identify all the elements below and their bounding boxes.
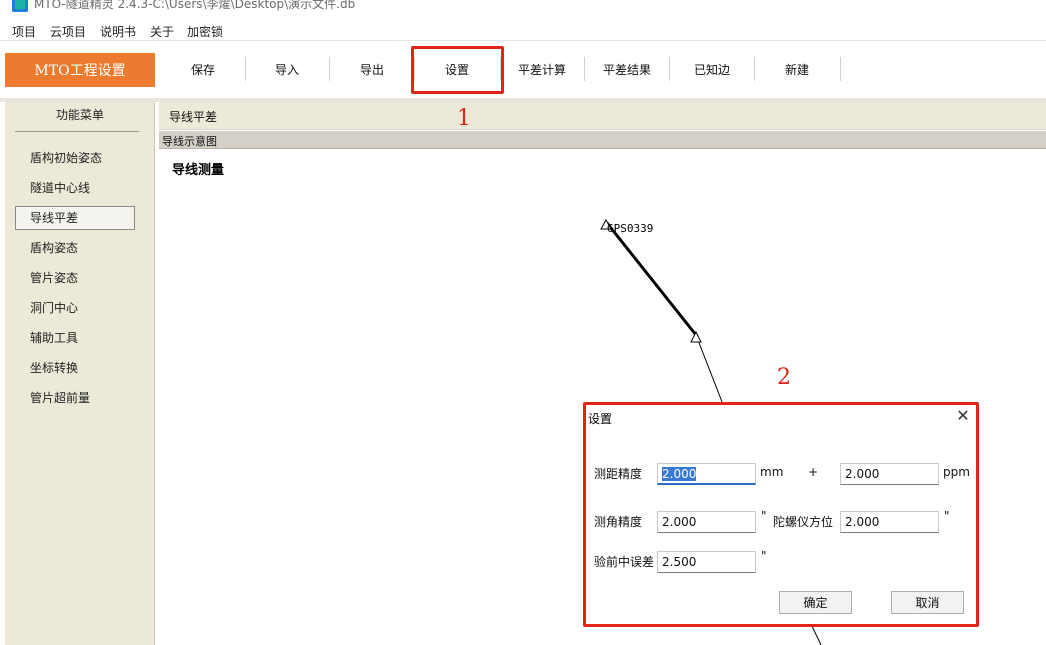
new-button[interactable]: 新建	[757, 57, 837, 81]
distance-precision-label: 测距精度	[594, 467, 643, 481]
sidebar-item-traverse-adjustment[interactable]: 导线平差	[15, 206, 135, 230]
toolbar-divider	[245, 57, 246, 81]
dialog-title: 设置	[588, 412, 613, 426]
angle-precision-label: 测角精度	[594, 515, 643, 529]
prior-error-input[interactable]: 2.500	[657, 551, 756, 573]
settings-highlight-box	[411, 46, 504, 94]
canvas-title: 导线测量	[172, 163, 225, 178]
adjustment-result-button[interactable]: 平差结果	[587, 57, 667, 81]
sidebar-item-portal-center[interactable]: 洞门中心	[15, 296, 135, 320]
toolbar-divider	[840, 57, 841, 81]
adjustment-calc-button[interactable]: 平差计算	[502, 57, 582, 81]
ppm-unit: ppm	[943, 465, 970, 479]
gyro-azimuth-label: 陀螺仪方位	[773, 515, 834, 529]
distance-precision-value: 2.000	[662, 467, 697, 481]
menu-manual[interactable]: 说明书	[100, 23, 136, 40]
toolbar-divider	[669, 57, 670, 81]
cancel-button[interactable]: 取消	[891, 591, 964, 614]
project-settings-button[interactable]: MTO工程设置	[5, 53, 155, 87]
arcsec-unit: "	[761, 509, 767, 523]
plus-sign: +	[808, 465, 819, 479]
menu-bar: 项目 云项目 说明书 关于 加密锁	[0, 20, 1046, 40]
sidebar-item-segment-advance[interactable]: 管片超前量	[15, 386, 135, 410]
station-label: GPS0339	[607, 222, 654, 235]
traverse-leg-1	[605, 222, 698, 336]
export-button[interactable]: 导出	[332, 57, 412, 81]
toolbar: MTO工程设置 保存 导入 导出 设置 平差计算 平差结果 已知边 新建	[0, 40, 1046, 98]
station-triangle-icon	[690, 330, 702, 343]
annotation-2: 2	[777, 365, 791, 390]
settings-dialog: 设置 ✕ 测距精度 2.000 mm + 2.000 ppm 测角精度 2.00…	[583, 402, 979, 627]
window-title: MTO-隧道精灵 2.4.3-C:\Users\李燿\Desktop\演示文件.…	[34, 0, 356, 11]
toolbar-divider	[754, 57, 755, 81]
ok-button[interactable]: 确定	[779, 591, 852, 614]
app-icon	[12, 0, 28, 12]
title-bar: MTO-隧道精灵 2.4.3-C:\Users\李燿\Desktop\演示文件.…	[0, 0, 1046, 14]
sidebar-item-segment-attitude[interactable]: 管片姿态	[15, 266, 135, 290]
prior-error-label: 验前中误差	[594, 555, 655, 569]
toolbar-divider	[584, 57, 585, 81]
sidebar-item-aux-tools[interactable]: 辅助工具	[15, 326, 135, 350]
sidebar-title: 功能菜单	[55, 108, 104, 122]
mm-unit: mm	[760, 465, 784, 479]
menu-dongle[interactable]: 加密锁	[187, 23, 223, 40]
sidebar-divider	[15, 131, 139, 132]
sidebar-item-coord-transform[interactable]: 坐标转换	[15, 356, 135, 380]
sidebar-item-shield-initial-attitude[interactable]: 盾构初始姿态	[15, 146, 135, 170]
sidebar-item-shield-attitude[interactable]: 盾构姿态	[15, 236, 135, 260]
arcsec-unit: "	[944, 509, 950, 523]
save-button[interactable]: 保存	[163, 57, 243, 81]
toolbar-divider	[329, 57, 330, 81]
sidebar: 功能菜单 盾构初始姿态 隧道中心线 导线平差 盾构姿态 管片姿态 洞门中心 辅助…	[5, 102, 155, 645]
angle-precision-input[interactable]: 2.000	[657, 511, 756, 533]
menu-cloud-project[interactable]: 云项目	[50, 23, 86, 40]
gyro-azimuth-input[interactable]: 2.000	[840, 511, 939, 533]
traverse-leg-3	[810, 623, 822, 645]
annotation-1: 1	[457, 106, 471, 131]
sidebar-item-tunnel-centerline[interactable]: 隧道中心线	[15, 176, 135, 200]
distance-ppm-input[interactable]: 2.000	[840, 463, 939, 485]
menu-project[interactable]: 项目	[12, 23, 36, 40]
close-icon[interactable]: ✕	[954, 407, 972, 425]
known-edge-button[interactable]: 已知边	[672, 57, 752, 81]
menu-about[interactable]: 关于	[150, 23, 174, 40]
import-button[interactable]: 导入	[247, 57, 327, 81]
arcsec-unit: "	[761, 549, 767, 563]
traverse-leg-2	[695, 334, 725, 408]
distance-precision-input[interactable]: 2.000	[657, 463, 756, 485]
